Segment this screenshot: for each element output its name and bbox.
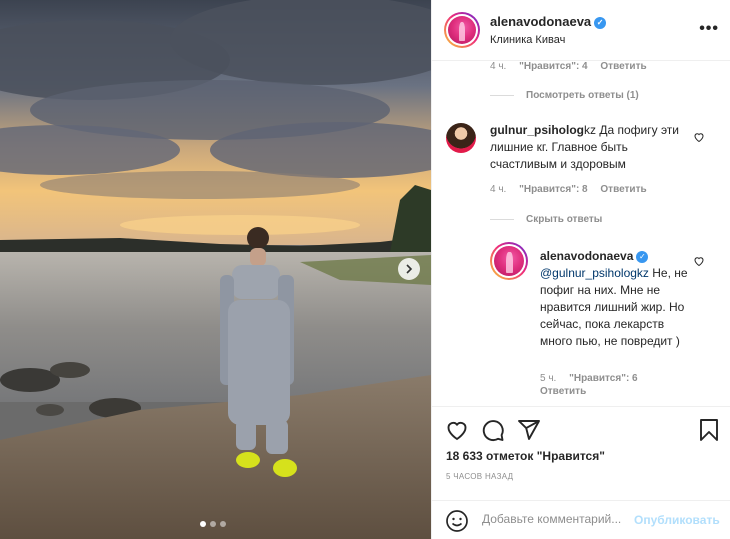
post-sidebar: alenavodonaeva ✓ Клиника Кивач ••• 4 ч. "… bbox=[431, 0, 730, 539]
reply-like-icon[interactable] bbox=[693, 255, 705, 267]
reply-body: alenavodonaeva ✓ @gulnur_psihologkz Не, н… bbox=[540, 248, 690, 350]
carousel-next-button[interactable] bbox=[398, 258, 420, 280]
carousel-dot bbox=[210, 521, 216, 527]
reply-mention[interactable]: @gulnur_psihologkz bbox=[540, 266, 649, 280]
likes-count[interactable]: 18 633 отметок "Нравится" bbox=[446, 449, 605, 463]
post-timestamp[interactable]: 5 ЧАСОВ НАЗАД bbox=[446, 472, 513, 481]
author-username-row[interactable]: alenavodonaeva ✓ bbox=[490, 14, 607, 29]
reply-meta: 5 ч. "Нравится": 6 Ответить bbox=[540, 372, 680, 398]
heart-icon[interactable] bbox=[445, 418, 469, 442]
carousel-indicator bbox=[200, 521, 226, 527]
sunset-lake-photo bbox=[0, 0, 431, 539]
carousel-dot bbox=[220, 521, 226, 527]
post-location[interactable]: Клиника Кивач bbox=[490, 34, 565, 46]
hide-replies-button[interactable]: Скрыть ответы bbox=[490, 214, 602, 225]
verified-icon: ✓ bbox=[594, 16, 607, 29]
comment-reply-button[interactable]: Ответить bbox=[600, 184, 646, 195]
post-header: alenavodonaeva ✓ Клиника Кивач ••• bbox=[432, 0, 730, 61]
chevron-right-icon bbox=[406, 264, 413, 274]
comment-username[interactable]: gulnur_psiholog bbox=[490, 123, 584, 137]
reply-time[interactable]: 5 ч. bbox=[540, 373, 556, 384]
comment-likes[interactable]: "Нравится": 8 bbox=[519, 184, 588, 195]
comment-meta: 4 ч. "Нравится": 8 Ответить bbox=[490, 184, 657, 195]
comment-input[interactable] bbox=[482, 512, 632, 526]
comment-time[interactable]: 4 ч. bbox=[490, 61, 506, 72]
author-avatar[interactable] bbox=[444, 12, 480, 48]
hide-replies-label: Скрыть ответы bbox=[526, 214, 603, 225]
verified-icon: ✓ bbox=[636, 250, 649, 263]
emoji-icon[interactable] bbox=[445, 509, 469, 533]
view-replies-label: Посмотреть ответы (1) bbox=[526, 90, 639, 101]
comment-like-icon[interactable] bbox=[693, 131, 705, 143]
reply-likes[interactable]: "Нравится": 6 bbox=[569, 373, 638, 384]
comment-time[interactable]: 4 ч. bbox=[490, 184, 506, 195]
view-replies-button[interactable]: Посмотреть ответы (1) bbox=[490, 90, 639, 101]
publish-button[interactable]: Опубликовать bbox=[634, 513, 720, 527]
reply-reply-button[interactable]: Ответить bbox=[540, 386, 586, 397]
post-photo[interactable] bbox=[0, 0, 431, 539]
comment-likes[interactable]: "Нравится": 4 bbox=[519, 61, 588, 72]
comment-reply-button[interactable]: Ответить bbox=[600, 61, 646, 72]
comments-list[interactable]: 4 ч. "Нравится": 4 Ответить Посмотреть о… bbox=[432, 61, 730, 406]
add-comment-bar: Опубликовать bbox=[432, 500, 730, 539]
comment-icon[interactable] bbox=[481, 418, 505, 442]
share-icon[interactable] bbox=[517, 418, 541, 442]
carousel-dot bbox=[200, 521, 206, 527]
commenter-avatar[interactable] bbox=[446, 123, 476, 153]
bookmark-icon[interactable] bbox=[698, 418, 720, 442]
post-actions: 18 633 отметок "Нравится" 5 ЧАСОВ НАЗАД … bbox=[432, 406, 730, 539]
reply-username[interactable]: alenavodonaeva bbox=[540, 249, 633, 263]
reply-author-avatar[interactable] bbox=[490, 242, 528, 280]
more-options-icon[interactable]: ••• bbox=[699, 20, 719, 38]
author-username[interactable]: alenavodonaeva bbox=[490, 14, 591, 29]
comment-meta: 4 ч. "Нравится": 4 Ответить bbox=[490, 61, 657, 72]
comment-body: gulnur_psihologkz Да пофигу эти лишние к… bbox=[490, 123, 679, 171]
